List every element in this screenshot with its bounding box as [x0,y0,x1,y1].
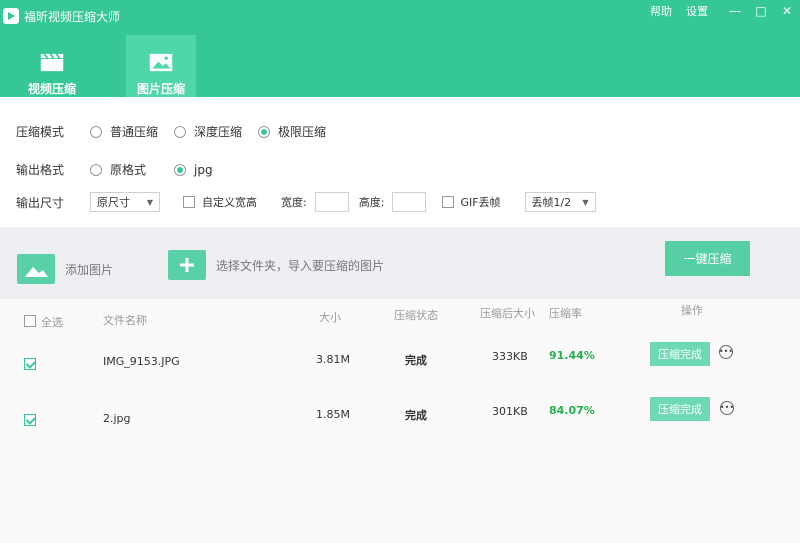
header-action: 操作 [681,304,703,317]
row-after-size: 333KB [492,350,528,363]
row-rate: 84.07% [549,404,595,417]
settings-link[interactable]: 设置 [686,3,708,19]
radio-normal[interactable]: 普通压缩 [90,123,158,140]
header-size: 大小 [319,311,341,324]
gif-drop-checkbox[interactable] [442,196,455,208]
height-label: 高度: [358,196,385,209]
gif-drop-label: GIF丢帧 [460,196,501,209]
custom-wh-label: 自定义宽高 [202,196,257,209]
image-icon [17,254,55,284]
tab-label: 图片压缩 [136,82,185,96]
minimize-button[interactable]: — [722,4,748,18]
header-status: 压缩状态 [394,309,438,322]
close-button[interactable]: ✕ [774,4,800,18]
radio-extreme[interactable]: 极限压缩 [258,123,326,140]
tab-image-compress[interactable]: 图片压缩 [126,35,196,97]
select-all-checkbox[interactable] [24,315,36,327]
more-options-icon[interactable]: ••• [719,345,733,359]
top-links: 帮助 设置 — □ ✕ [650,3,800,19]
help-link[interactable]: 帮助 [650,3,672,19]
chevron-down-icon: ▼ [146,197,153,207]
row-size: 1.85M [316,408,350,421]
width-input[interactable] [314,192,349,212]
radio-jpg[interactable]: jpg [174,163,213,177]
chevron-down-icon: ▼ [582,197,589,207]
settings-panel: 压缩模式 普通压缩 深度压缩 极限压缩 输出格式 原格式 jpg 输出尺寸 原尺… [0,97,800,227]
output-size-label: 输出尺寸 [16,195,65,210]
header-filename: 文件名称 [103,314,147,327]
tab-video-compress[interactable]: 视频压缩 [17,35,87,97]
row-status: 完成 [405,409,427,422]
radio-deep[interactable]: 深度压缩 [174,123,242,140]
compress-mode-row: 压缩模式 普通压缩 深度压缩 极限压缩 [16,123,342,140]
one-key-compress-button[interactable]: 一键压缩 [665,241,750,276]
row-after-size: 301KB [492,405,528,418]
output-format-row: 输出格式 原格式 jpg [16,161,229,178]
output-format-label: 输出格式 [16,163,65,177]
row-filename: 2.jpg [103,412,131,425]
custom-wh-checkbox[interactable] [183,196,195,208]
row-compress-done-button[interactable]: 压缩完成 [650,342,710,366]
width-label: 宽度: [281,196,307,209]
row-size: 3.81M [316,353,350,366]
row-rate: 91.44% [549,349,595,362]
file-list: 全选 文件名称 大小 压缩状态 压缩后大小 压缩率 操作 IMG_9153.JP… [0,299,800,543]
height-input[interactable] [392,192,427,212]
header-select-all: 全选 [41,316,63,329]
output-size-row: 输出尺寸 原尺寸 ▼ 自定义宽高 宽度: 高度: GIF丢帧 丢帧1/2 ▼ [16,192,596,212]
tab-label: 视频压缩 [27,82,76,96]
app-title: 福昕视频压缩大师 [0,5,120,27]
image-icon [149,53,173,72]
row-checkbox[interactable] [24,358,36,370]
gif-drop-select[interactable]: 丢帧1/2 ▼ [524,192,596,212]
header-rate: 压缩率 [549,307,582,320]
radio-original-format[interactable]: 原格式 [90,161,146,178]
header-after-size: 压缩后大小 [480,307,535,320]
folder-add-icon [168,250,206,280]
app-logo-icon [3,8,19,24]
title-bar: 福昕视频压缩大师 帮助 设置 — □ ✕ 视频压缩 图片压缩 [0,0,800,97]
compress-mode-label: 压缩模式 [16,125,65,139]
row-checkbox[interactable] [24,414,36,426]
row-status: 完成 [405,354,427,367]
add-image-button[interactable]: 添加图片 [17,254,113,284]
row-filename: IMG_9153.JPG [103,355,180,368]
row-compress-done-button[interactable]: 压缩完成 [650,397,710,421]
app-title-text: 福昕视频压缩大师 [24,9,121,24]
clapperboard-icon [40,53,64,72]
more-options-icon[interactable]: ••• [720,401,734,415]
choose-folder-button[interactable]: 选择文件夹，导入要压缩的图片 [168,250,384,280]
size-select[interactable]: 原尺寸 ▼ [90,192,160,212]
maximize-button[interactable]: □ [748,4,774,18]
